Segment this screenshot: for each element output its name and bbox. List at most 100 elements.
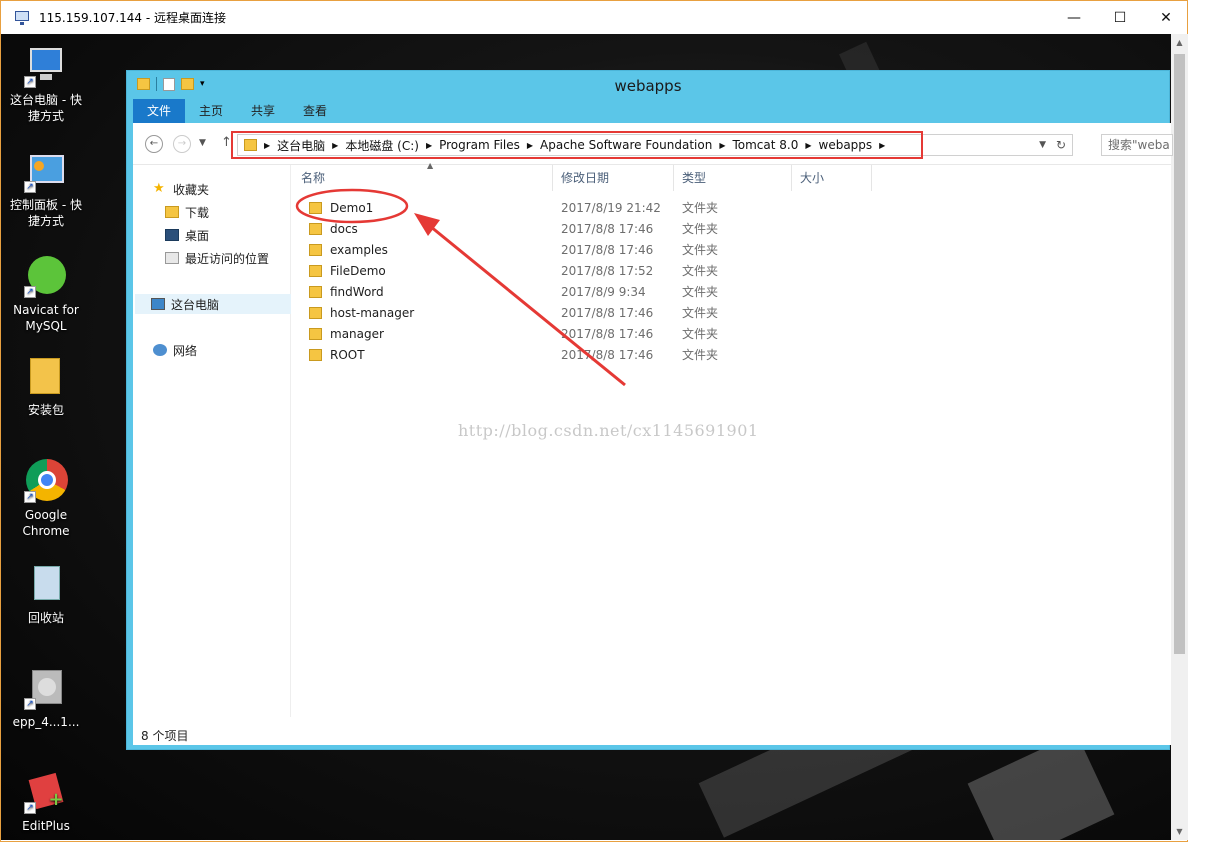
close-button[interactable]: ✕ [1143,1,1189,34]
control-panel-icon: ↗ [24,149,68,193]
desktop-icon-navicat[interactable]: ↗ Navicat for MySQL [6,254,86,334]
star-icon: ★ [153,181,165,196]
desktop-icon-label: epp_4...1... [12,715,80,729]
tab-share[interactable]: 共享 [237,99,289,123]
sidebar-item-label: 这台电脑 [171,297,220,312]
tab-view[interactable]: 查看 [289,99,341,123]
sidebar-item-favorites[interactable]: ★ 收藏夹 [153,179,209,199]
recycle-bin-icon [24,562,68,606]
explorer-title-bar[interactable]: ▾ webapps [127,71,1169,99]
file-list: ▲ 名称 修改日期 类型 大小 Demo1 2017/8/19 21:42 文件… [293,161,1169,717]
desktop-icon-label: 控制面板 - 快捷方式 [10,198,82,228]
file-type: 文件夹 [682,264,719,278]
refresh-icon[interactable]: ↻ [1056,138,1066,152]
vertical-scrollbar[interactable]: ▲ ▼ [1171,34,1188,840]
sidebar-item-recent[interactable]: 最近访问的位置 [165,248,269,268]
file-row[interactable]: FileDemo 2017/8/8 17:52 文件夹 [293,260,792,281]
desktop-icon-label: Navicat for MySQL [13,303,79,333]
tab-home[interactable]: 主页 [185,99,237,123]
navicat-icon: ↗ [24,254,68,298]
folder-icon [24,354,68,398]
sidebar-item-desktop[interactable]: 桌面 [165,225,209,245]
file-date: 2017/8/9 9:34 [561,284,646,299]
sidebar-item-this-pc[interactable]: 这台电脑 [135,294,291,314]
file-row[interactable]: ROOT 2017/8/8 17:46 文件夹 [293,344,792,365]
back-arrow-icon[interactable]: ← [145,135,163,153]
maximize-button[interactable]: ☐ [1097,1,1143,34]
ribbon-tabs: 文件 主页 共享 查看 [133,99,341,123]
column-header-size[interactable]: 大小 [792,165,872,191]
folder-icon [309,243,322,256]
file-name: findWord [330,284,384,299]
file-type: 文件夹 [682,201,719,215]
navigation-bar: ← → ▼ ↑ ▶ 这台电脑 ▶ 本地磁盘 (C:) ▶ Program Fil… [133,123,1173,165]
file-date: 2017/8/8 17:52 [561,263,654,278]
file-row[interactable]: manager 2017/8/8 17:46 文件夹 [293,323,792,344]
computer-icon [151,298,165,310]
search-input[interactable]: 搜索"weba [1101,134,1173,156]
file-name: FileDemo [330,263,386,278]
forward-arrow-icon[interactable]: → [173,135,191,153]
column-header-type[interactable]: 类型 [674,165,792,191]
sidebar-item-network[interactable]: 网络 [153,340,197,360]
network-icon [153,344,167,356]
column-header-date[interactable]: 修改日期 [553,165,674,191]
installer-icon: ↗ [24,666,68,710]
file-row[interactable]: examples 2017/8/8 17:46 文件夹 [293,239,792,260]
desktop-icon-installer-folder[interactable]: 安装包 [6,354,86,418]
file-type: 文件夹 [682,306,719,320]
downloads-folder-icon [165,206,179,218]
desktop-icon-label: EditPlus [22,819,70,833]
file-date: 2017/8/8 17:46 [561,326,654,341]
desktop-icon-chrome[interactable]: ↗ Google Chrome [6,459,86,539]
file-row[interactable]: findWord 2017/8/9 9:34 文件夹 [293,281,792,302]
file-type: 文件夹 [682,222,719,236]
sidebar-item-downloads[interactable]: 下载 [165,202,209,222]
folder-icon [309,285,322,298]
folder-icon [309,327,322,340]
file-name: examples [330,242,388,257]
desktop-icon-this-pc[interactable]: ↗ 这台电脑 - 快捷方式 [6,44,86,124]
desktop-icon-label: 回收站 [27,611,64,625]
desktop-icon-label: 这台电脑 - 快捷方式 [10,93,82,123]
rdp-title-bar[interactable]: 115.159.107.144 - 远程桌面连接 — ☐ ✕ [1,1,1187,34]
sidebar-item-label: 网络 [173,343,198,358]
sidebar-item-label: 收藏夹 [173,182,210,197]
scroll-up-arrow-icon[interactable]: ▲ [1171,34,1188,51]
folder-icon [309,306,322,319]
file-date: 2017/8/8 17:46 [561,242,654,257]
file-type: 文件夹 [682,327,719,341]
file-type: 文件夹 [682,243,719,257]
desktop-icon-label: 安装包 [27,403,64,417]
folder-icon [309,264,322,277]
file-row[interactable]: host-manager 2017/8/8 17:46 文件夹 [293,302,792,323]
remote-desktop-icon [15,10,31,26]
column-header-name[interactable]: 名称 [293,165,553,191]
computer-icon: ↗ [24,44,68,88]
file-name: ROOT [330,347,365,362]
address-history-chevron-icon[interactable]: ▼ [1039,140,1046,150]
watermark-text: http://blog.csdn.net/cx1145691901 [458,421,759,440]
file-date: 2017/8/8 17:46 [561,305,654,320]
tab-file[interactable]: 文件 [133,99,186,123]
file-row[interactable]: docs 2017/8/8 17:46 文件夹 [293,218,792,239]
navigation-pane: ★ 收藏夹 下载 桌面 最近访问的位置 这台电脑 网络 [133,165,291,717]
desktop-icon-control-panel[interactable]: ↗ 控制面板 - 快捷方式 [6,149,86,229]
desktop-icon-label: Google Chrome [22,508,70,538]
scrollbar-thumb[interactable] [1174,54,1185,654]
recent-locations-chevron-icon[interactable]: ▼ [199,138,206,148]
scroll-down-arrow-icon[interactable]: ▼ [1171,823,1188,840]
file-date: 2017/8/8 17:46 [561,347,654,362]
desktop-icon-editplus[interactable]: + ↗ EditPlus [6,770,86,834]
chrome-icon: ↗ [24,459,68,503]
sidebar-item-label: 下载 [185,205,210,220]
rdp-window-title: 115.159.107.144 - 远程桌面连接 [39,11,227,25]
minimize-button[interactable]: — [1051,1,1097,34]
folder-icon [309,222,322,235]
desktop-icon-recycle-bin[interactable]: 回收站 [6,562,86,626]
file-name: docs [330,221,358,236]
file-row[interactable]: Demo1 2017/8/19 21:42 文件夹 [293,197,792,218]
status-bar-item-count: 8 个项目 [141,729,189,743]
desktop-icon-epp[interactable]: ↗ epp_4...1... [6,666,86,730]
sidebar-item-label: 最近访问的位置 [185,251,270,266]
